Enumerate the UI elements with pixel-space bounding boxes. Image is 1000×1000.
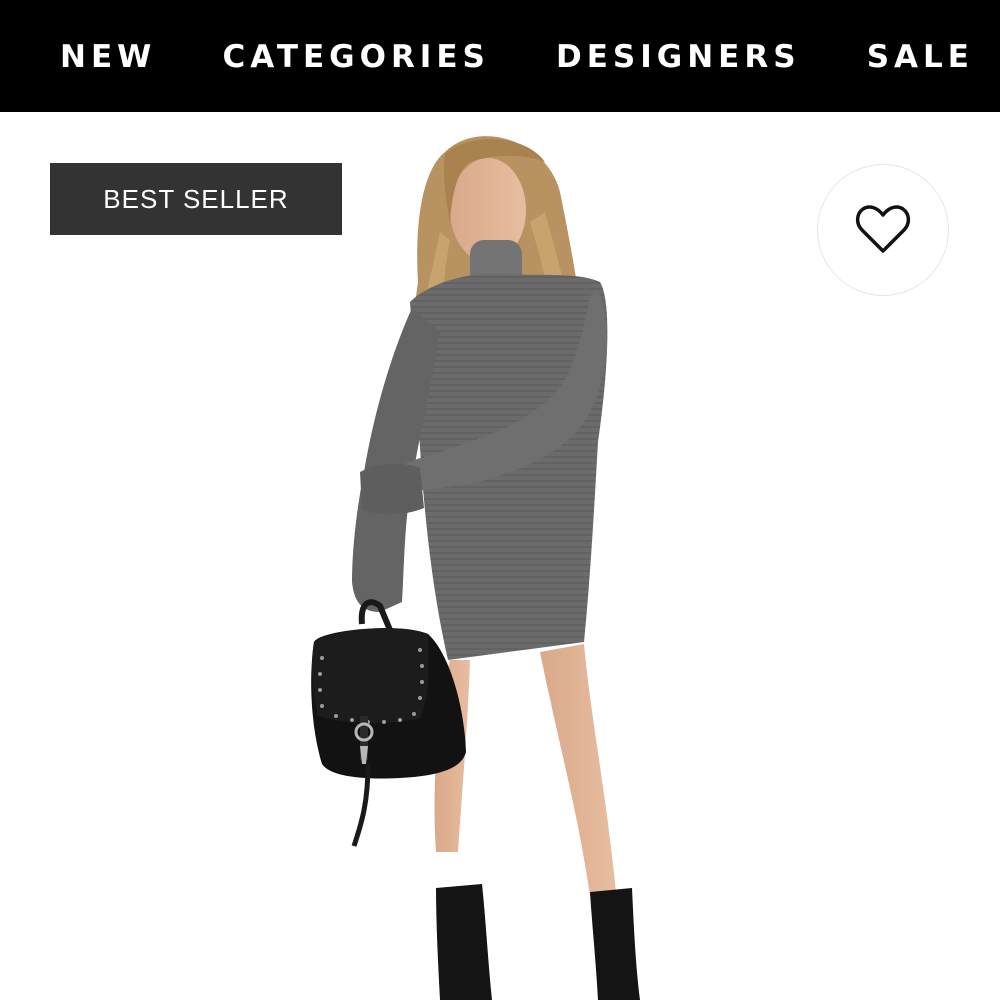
wishlist-button[interactable] xyxy=(817,164,949,296)
nav-item-designers[interactable]: DESIGNERS xyxy=(556,40,801,73)
top-navigation: NEW CATEGORIES DESIGNERS SALE xyxy=(0,0,1000,112)
product-image-area[interactable]: BEST SELLER xyxy=(0,112,1000,1000)
best-seller-badge: BEST SELLER xyxy=(50,163,342,235)
heart-outline-icon xyxy=(855,205,911,253)
nav-item-categories[interactable]: CATEGORIES xyxy=(222,40,489,73)
product-page: NEW CATEGORIES DESIGNERS SALE BEST SELLE… xyxy=(0,0,1000,1000)
nav-item-sale[interactable]: SALE xyxy=(867,40,974,73)
nav-item-new[interactable]: NEW xyxy=(60,40,156,73)
